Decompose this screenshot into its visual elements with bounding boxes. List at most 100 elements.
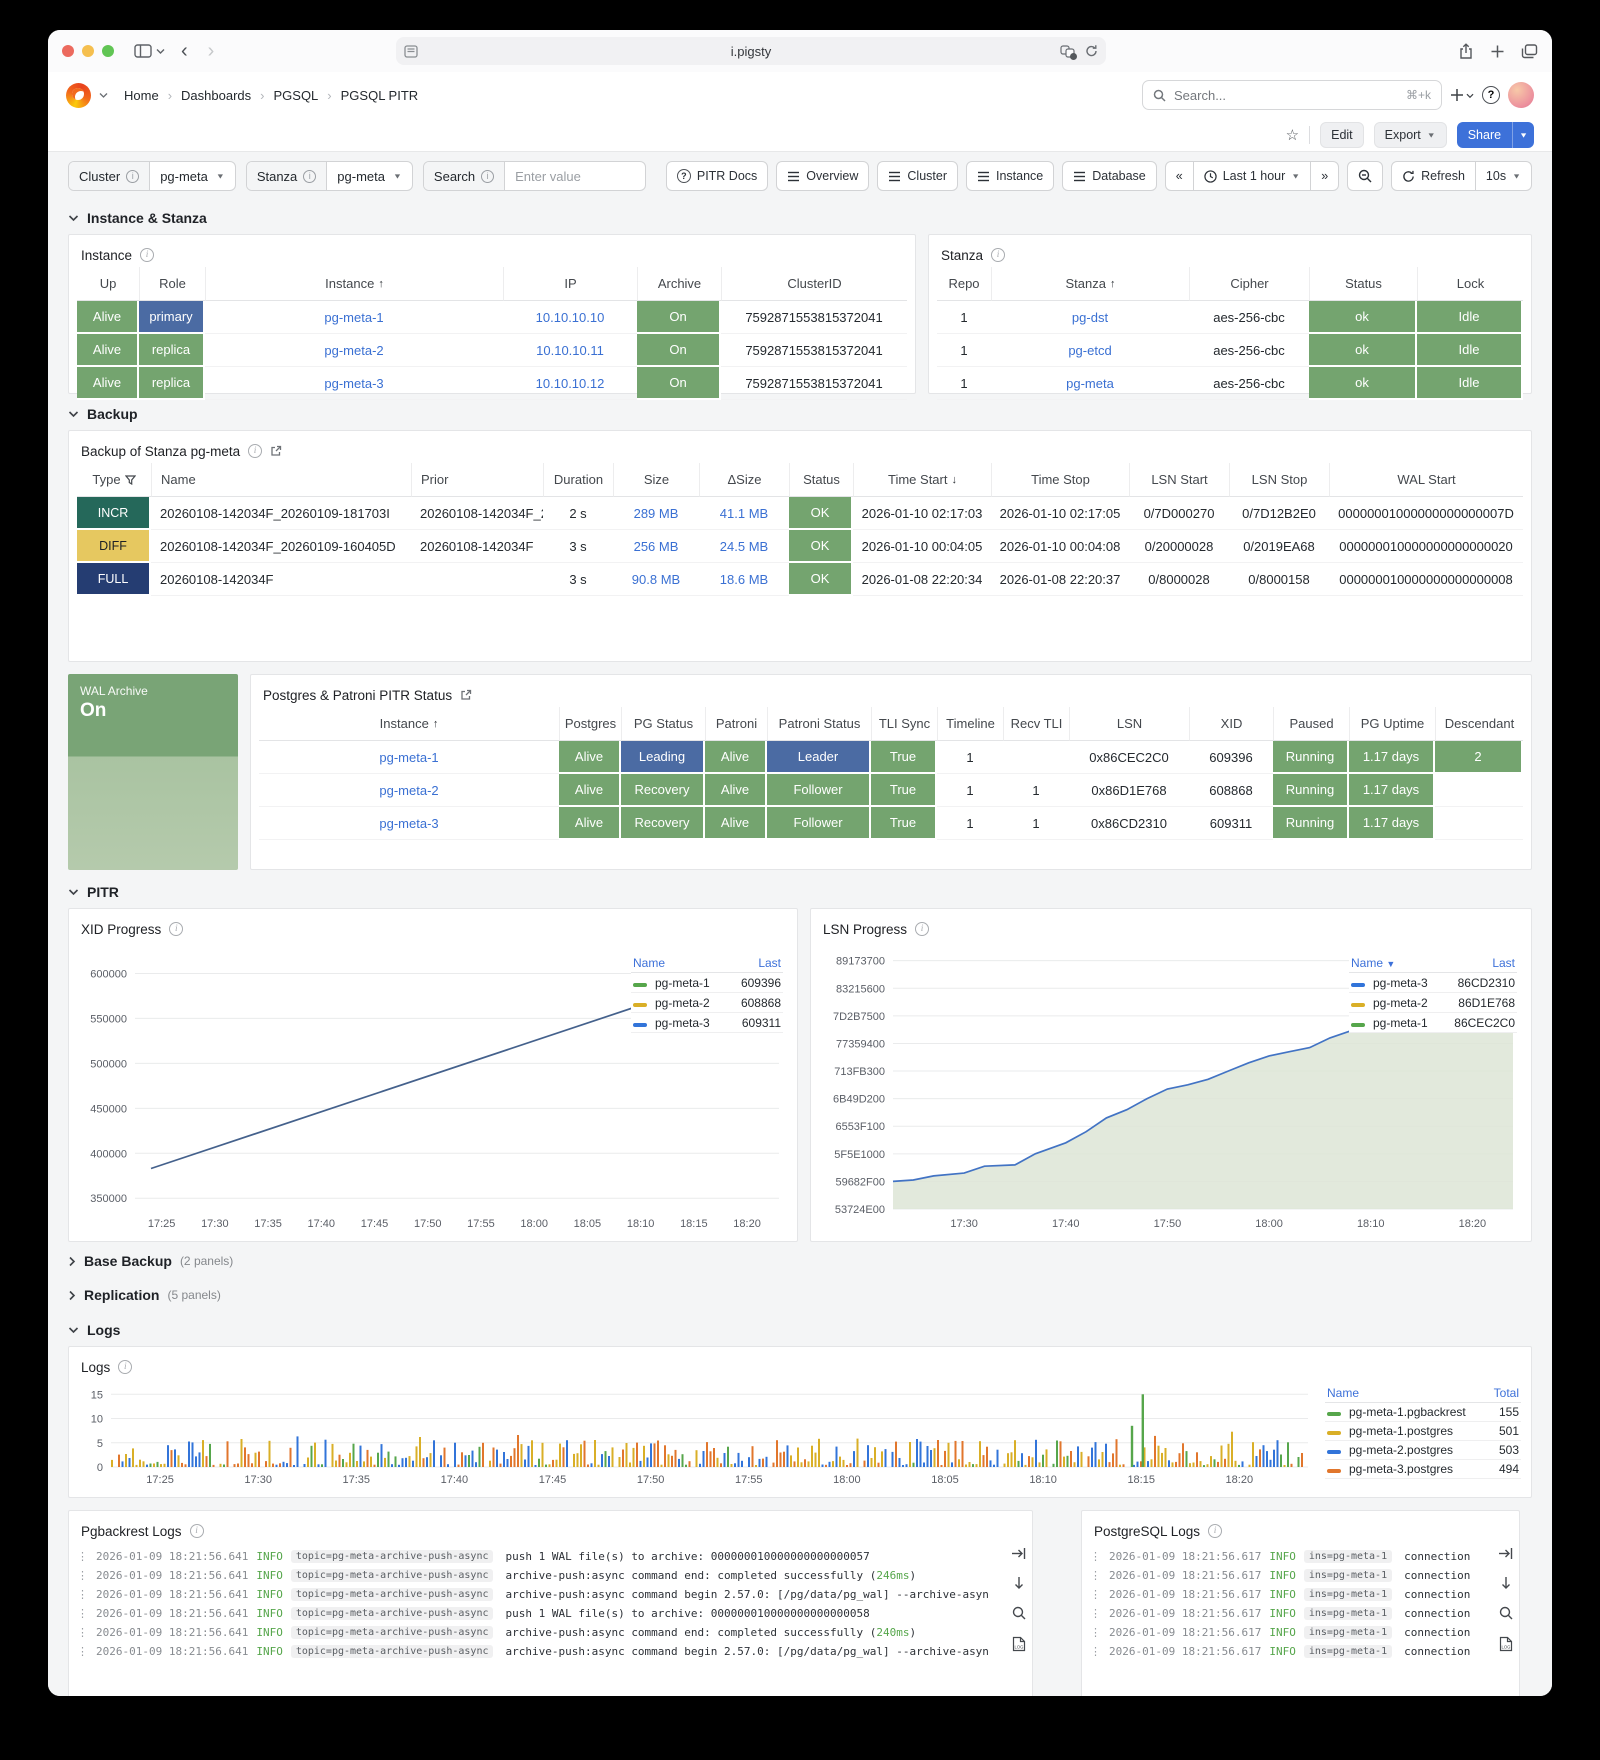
kebab-menu-icon[interactable]: ⋮ <box>77 1550 88 1563</box>
log-document-icon[interactable]: LOG <box>1012 1636 1026 1652</box>
scroll-to-end-icon[interactable] <box>1011 1547 1026 1560</box>
section-base-backup[interactable]: Base Backup (2 panels) <box>68 1246 1532 1276</box>
time-shift-back-button[interactable]: « <box>1165 161 1194 191</box>
refresh-interval-picker[interactable]: 10s ▼ <box>1476 161 1532 191</box>
stanza-filter[interactable]: Stanzai pg-meta▼ <box>246 161 413 191</box>
external-link-icon[interactable] <box>460 689 472 701</box>
kebab-menu-icon[interactable]: ⋮ <box>1090 1588 1101 1601</box>
log-line[interactable]: ⋮ 2026-01-09 18:21:56.641 INFO topic=pg-… <box>77 1604 990 1623</box>
log-line[interactable]: ⋮ 2026-01-09 18:21:56.617 INFO ins=pg-me… <box>1090 1604 1477 1623</box>
instance-link[interactable]: pg-meta-1 <box>259 741 559 774</box>
breadcrumb-dashboards[interactable]: Dashboards <box>181 88 251 103</box>
instance-link[interactable]: pg-meta-1 <box>205 301 503 334</box>
kebab-menu-icon[interactable]: ⋮ <box>77 1569 88 1582</box>
log-line[interactable]: ⋮ 2026-01-09 18:21:56.617 INFO ins=pg-me… <box>1090 1623 1477 1642</box>
translate-icon[interactable] <box>1060 45 1075 58</box>
share-button[interactable]: Share ▼ <box>1457 122 1534 148</box>
log-line[interactable]: ⋮ 2026-01-09 18:21:56.617 INFO ins=pg-me… <box>1090 1642 1477 1661</box>
instance-link[interactable]: pg-meta-2 <box>259 774 559 807</box>
stanza-link[interactable]: pg-dst <box>991 301 1189 334</box>
forward-icon[interactable]: › <box>198 41 225 61</box>
edit-button[interactable]: Edit <box>1320 122 1364 148</box>
fullscreen-window-button[interactable] <box>102 45 114 57</box>
filter-funnel-icon[interactable] <box>125 475 136 485</box>
cell-size[interactable]: 256 MB <box>613 530 699 563</box>
info-icon[interactable]: i <box>915 922 929 936</box>
pitr-docs-button[interactable]: ? PITR Docs <box>666 161 768 191</box>
search-filter-input[interactable] <box>515 169 635 184</box>
log-line[interactable]: ⋮ 2026-01-09 18:21:56.617 INFO ins=pg-me… <box>1090 1547 1477 1566</box>
section-replication[interactable]: Replication (5 panels) <box>68 1280 1532 1310</box>
section-pitr[interactable]: PITR <box>68 876 1532 908</box>
legend-row[interactable]: pg-meta-1 86CEC2C0 <box>1349 1013 1517 1033</box>
legend-row[interactable]: pg-meta-3 609311 <box>631 1013 783 1033</box>
info-icon[interactable]: i <box>169 922 183 936</box>
sidebar-toggle-icon[interactable] <box>128 37 171 65</box>
info-icon[interactable]: i <box>991 248 1005 262</box>
close-window-button[interactable] <box>62 45 74 57</box>
legend-row[interactable]: pg-meta-1 609396 <box>631 973 783 993</box>
scroll-down-icon[interactable] <box>1500 1576 1512 1590</box>
instance-link[interactable]: pg-meta-3 <box>259 807 559 840</box>
export-button[interactable]: Export▼ <box>1374 122 1447 148</box>
avatar[interactable] <box>1508 82 1534 108</box>
info-icon[interactable]: i <box>1208 1524 1222 1538</box>
refresh-button[interactable]: Refresh <box>1391 161 1476 191</box>
search-logs-icon[interactable] <box>1012 1606 1026 1620</box>
info-icon[interactable]: i <box>140 248 154 262</box>
grafana-logo-icon[interactable] <box>66 83 91 108</box>
legend-row[interactable]: pg-meta-2 86D1E768 <box>1349 993 1517 1013</box>
log-line[interactable]: ⋮ 2026-01-09 18:21:56.617 INFO ins=pg-me… <box>1090 1585 1477 1604</box>
kebab-menu-icon[interactable]: ⋮ <box>77 1626 88 1639</box>
kebab-menu-icon[interactable]: ⋮ <box>77 1645 88 1658</box>
address-bar[interactable]: i.pigsty <box>396 37 1106 65</box>
kebab-menu-icon[interactable]: ⋮ <box>1090 1569 1101 1582</box>
overview-link-button[interactable]: Overview <box>776 161 869 191</box>
instance-link-button[interactable]: Instance <box>966 161 1054 191</box>
log-line[interactable]: ⋮ 2026-01-09 18:21:56.641 INFO topic=pg-… <box>77 1642 990 1661</box>
log-line[interactable]: ⋮ 2026-01-09 18:21:56.641 INFO topic=pg-… <box>77 1566 990 1585</box>
log-line[interactable]: ⋮ 2026-01-09 18:21:56.641 INFO topic=pg-… <box>77 1623 990 1642</box>
reload-icon[interactable] <box>1085 44 1098 58</box>
cluster-filter[interactable]: Clusteri pg-meta▼ <box>68 161 236 191</box>
legend-row[interactable]: pg-meta-2 608868 <box>631 993 783 1013</box>
log-document-icon[interactable]: LOG <box>1499 1636 1513 1652</box>
kebab-menu-icon[interactable]: ⋮ <box>1090 1645 1101 1658</box>
legend-row[interactable]: pg-meta-1.pgbackrest 155 <box>1325 1403 1521 1422</box>
breadcrumb-home[interactable]: Home <box>124 88 159 103</box>
cell-size[interactable]: 90.8 MB <box>613 563 699 596</box>
cell-size[interactable]: 289 MB <box>613 497 699 530</box>
cell-delta-size[interactable]: 18.6 MB <box>699 563 789 596</box>
external-link-icon[interactable] <box>270 445 282 457</box>
stanza-link[interactable]: pg-meta <box>991 367 1189 400</box>
scroll-to-end-icon[interactable] <box>1498 1547 1513 1560</box>
legend-row[interactable]: pg-meta-2.postgres 503 <box>1325 1441 1521 1460</box>
ip-link[interactable]: 10.10.10.10 <box>503 301 637 334</box>
log-line[interactable]: ⋮ 2026-01-09 18:21:56.641 INFO topic=pg-… <box>77 1585 990 1604</box>
kebab-menu-icon[interactable]: ⋮ <box>1090 1550 1101 1563</box>
minimize-window-button[interactable] <box>82 45 94 57</box>
time-zoom-out-button[interactable] <box>1347 161 1383 191</box>
legend-row[interactable]: pg-meta-3.postgres 494 <box>1325 1460 1521 1479</box>
search-logs-icon[interactable] <box>1499 1606 1513 1620</box>
kebab-menu-icon[interactable]: ⋮ <box>77 1588 88 1601</box>
time-shift-forward-button[interactable]: » <box>1311 161 1339 191</box>
stanza-link[interactable]: pg-etcd <box>991 334 1189 367</box>
legend-row[interactable]: pg-meta-3 86CD2310 <box>1349 973 1517 993</box>
chevron-down-icon[interactable] <box>99 91 108 99</box>
kebab-menu-icon[interactable]: ⋮ <box>1090 1607 1101 1620</box>
favorite-star-icon[interactable]: ☆ <box>1286 126 1299 144</box>
scroll-down-icon[interactable] <box>1013 1576 1025 1590</box>
time-range-picker[interactable]: Last 1 hour ▼ <box>1194 161 1311 191</box>
section-backup[interactable]: Backup <box>68 398 1532 430</box>
kebab-menu-icon[interactable]: ⋮ <box>1090 1626 1101 1639</box>
database-link-button[interactable]: Database <box>1062 161 1157 191</box>
logs-chart[interactable]: 05101517:2517:3017:3517:4017:4517:5017:5… <box>77 1379 1316 1489</box>
cell-delta-size[interactable]: 41.1 MB <box>699 497 789 530</box>
cluster-link-button[interactable]: Cluster <box>877 161 958 191</box>
search-input[interactable]: Search... ⌘+k <box>1142 80 1442 110</box>
wal-archive-stat-panel[interactable]: WAL Archive On <box>68 674 238 870</box>
share-icon[interactable] <box>1458 43 1474 60</box>
help-icon[interactable]: ? <box>1482 86 1500 104</box>
instance-link[interactable]: pg-meta-2 <box>205 334 503 367</box>
